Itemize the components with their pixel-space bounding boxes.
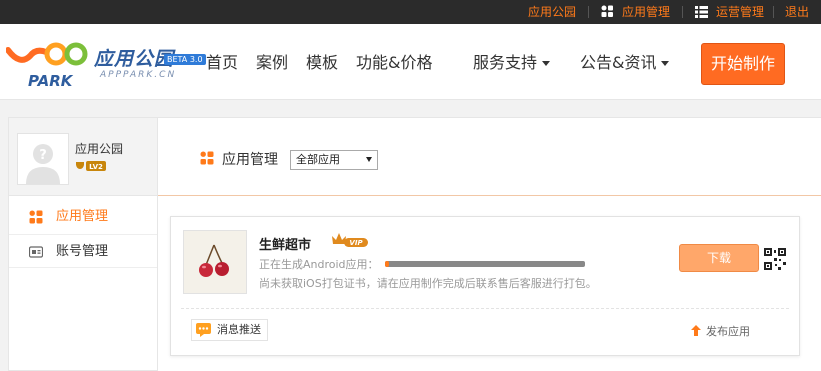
nav-support-label: 服务支持	[473, 53, 538, 72]
svg-text:PARK: PARK	[28, 72, 74, 90]
username: 应用公园	[75, 142, 124, 156]
app-filter-select[interactable]: 全部应用	[290, 150, 378, 170]
logo[interactable]: PARK 应用公园 APPPARK.CN BETA 3.0	[6, 36, 206, 90]
topbar-link-app-park[interactable]: 应用公园	[528, 0, 576, 24]
build-progress-bar	[385, 261, 585, 267]
chevron-down-icon	[661, 61, 670, 66]
publish-app-label: 发布应用	[706, 325, 750, 338]
message-icon	[196, 323, 211, 337]
apps-grid-icon	[601, 5, 613, 17]
main-header-bar: 应用管理 全部应用	[158, 118, 821, 196]
sidebar-item-app-manage[interactable]: 应用管理	[9, 200, 157, 234]
build-progress-fill	[385, 261, 389, 267]
topbar-separator	[682, 6, 683, 18]
level-label: LV2	[89, 163, 103, 171]
list-icon	[695, 6, 708, 18]
logo-mark: PARK	[6, 42, 88, 90]
app-card: 生鲜超市 VIP 正在生成Android应用： 尚未获取iOS打包证书，请在应用…	[170, 216, 800, 356]
user-profile: ? 应用公园 LV2	[9, 118, 157, 196]
app-filter-value: 全部应用	[296, 153, 340, 166]
topbar-link-app-manage[interactable]: 应用管理	[622, 0, 670, 24]
apps-grid-icon	[200, 151, 214, 165]
cherry-app-icon	[184, 231, 246, 293]
topbar-separator	[773, 6, 774, 18]
vip-crown-icon: VIP	[332, 233, 368, 247]
beta-badge: BETA 3.0	[164, 54, 206, 65]
sidebar-item-account[interactable]: 账号管理	[9, 234, 157, 268]
start-create-button[interactable]: 开始制作	[701, 43, 785, 85]
build-status: 正在生成Android应用：	[259, 258, 379, 271]
message-push-label: 消息推送	[217, 323, 261, 336]
publish-app-link[interactable]: 发布应用	[691, 323, 750, 339]
chevron-down-icon	[542, 61, 551, 66]
nav-news[interactable]: 公告&资讯	[580, 52, 670, 74]
sidebar: ? 应用公园 LV2 应用管理 账号管理	[8, 117, 158, 371]
avatar[interactable]: ?	[17, 133, 69, 185]
topbar-link-operations[interactable]: 运营管理	[716, 0, 764, 24]
nav-home[interactable]: 首页	[206, 52, 238, 74]
level-badge-icon: LV2	[76, 161, 106, 171]
avatar-placeholder-icon: ?	[18, 134, 68, 184]
vip-label: VIP	[349, 239, 363, 247]
nav-features-pricing[interactable]: 功能&价格	[356, 52, 432, 74]
publish-up-icon	[691, 325, 701, 336]
app-thumbnail[interactable]	[183, 230, 247, 294]
app-name: 生鲜超市	[259, 238, 312, 253]
svg-text:?: ?	[39, 148, 47, 163]
ios-certificate-notice: 尚未获取iOS打包证书，请在应用制作完成后联系售后客服进行打包。	[259, 277, 597, 290]
download-button[interactable]: 下载	[679, 244, 759, 272]
nav-support[interactable]: 服务支持	[473, 52, 551, 74]
main-header: PARK 应用公园 APPPARK.CN BETA 3.0 首页 案例 模板 功…	[0, 24, 821, 100]
nav-news-label: 公告&资讯	[580, 53, 657, 72]
page-title: 应用管理	[222, 152, 278, 168]
logo-text-cn: 应用公园	[94, 48, 175, 70]
topbar-separator	[588, 6, 589, 18]
top-bar: 应用公园 应用管理 运营管理 退出	[0, 0, 821, 24]
sidebar-item-label: 账号管理	[56, 244, 109, 259]
chevron-down-icon	[366, 157, 372, 162]
card-divider	[181, 308, 789, 309]
nav-templates[interactable]: 模板	[306, 52, 338, 74]
logo-text-en: APPPARK.CN	[100, 70, 177, 80]
nav-cases[interactable]: 案例	[256, 52, 288, 74]
topbar-link-logout[interactable]: 退出	[785, 0, 809, 24]
account-icon	[29, 246, 43, 258]
message-push-button[interactable]: 消息推送	[191, 319, 268, 341]
qr-code-icon[interactable]	[764, 248, 786, 270]
apps-grid-icon	[29, 210, 43, 224]
sidebar-item-label: 应用管理	[56, 209, 109, 224]
main-content: 应用管理 全部应用 生鲜超市 VIP 正在生成Android应用： 尚未获取iO…	[158, 117, 821, 371]
